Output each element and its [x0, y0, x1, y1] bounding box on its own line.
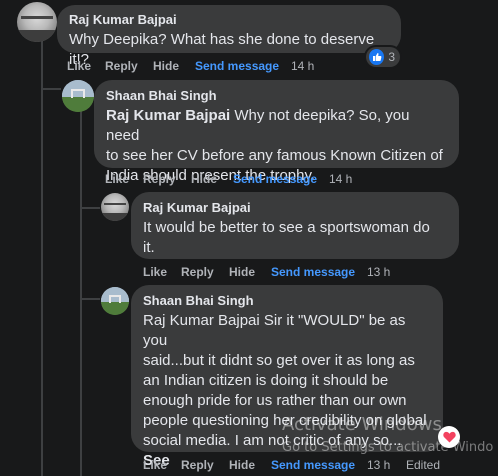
thread-connector — [80, 207, 100, 209]
mention-link[interactable]: Raj Kumar Bajpai — [106, 107, 230, 124]
timestamp[interactable]: 14 h — [329, 171, 352, 187]
comment-author[interactable]: Raj Kumar Bajpai — [143, 200, 447, 216]
reply-button[interactable]: Reply — [181, 457, 214, 473]
comment-actions: Like Reply Hide Send message 13 h Edited — [143, 457, 443, 473]
timestamp[interactable]: 13 h — [367, 264, 390, 280]
comment-author[interactable]: Raj Kumar Bajpai — [69, 12, 389, 28]
send-message-button[interactable]: Send message — [195, 58, 279, 74]
send-message-button[interactable]: Send message — [271, 457, 355, 473]
mention-link[interactable]: Raj Kumar Bajpai — [143, 312, 260, 329]
send-message-button[interactable]: Send message — [271, 264, 355, 280]
timestamp[interactable]: 14 h — [291, 58, 314, 74]
hide-button[interactable]: Hide — [229, 264, 255, 280]
reply-button[interactable]: Reply — [105, 58, 138, 74]
reply-button[interactable]: Reply — [143, 171, 176, 187]
thread-connector — [41, 88, 61, 90]
like-button[interactable]: Like — [67, 58, 91, 74]
hide-button[interactable]: Hide — [229, 457, 255, 473]
activation-watermark-title: Activate Windows — [282, 414, 442, 435]
avatar[interactable] — [62, 80, 94, 112]
like-button[interactable]: Like — [105, 171, 129, 187]
like-button[interactable]: Like — [143, 264, 167, 280]
comment-bubble: Raj Kumar Bajpai It would be better to s… — [131, 192, 459, 259]
like-button[interactable]: Like — [143, 457, 167, 473]
comment-bubble: Raj Kumar Bajpai Why Deepika? What has s… — [57, 5, 401, 68]
comment-author[interactable]: Shaan Bhai Singh — [143, 293, 431, 309]
thread-connector — [41, 40, 43, 476]
comment-text: It would be better to see a sportswoman … — [143, 219, 430, 256]
avatar[interactable] — [17, 2, 57, 42]
activation-watermark-subtitle: Go to Settings to activate Windo — [282, 440, 494, 455]
reply-button[interactable]: Reply — [181, 264, 214, 280]
comment-actions: Like Reply Hide Send message 13 h — [143, 264, 443, 280]
comment-bubble: Shaan Bhai Singh Raj Kumar Bajpai Why no… — [94, 80, 459, 184]
thread-connector — [80, 298, 100, 300]
timestamp[interactable]: 13 h — [367, 457, 390, 473]
reaction-summary[interactable]: 3 — [366, 47, 400, 67]
avatar[interactable] — [101, 193, 129, 221]
comment-actions: Like Reply Hide Send message 14 h — [105, 171, 405, 187]
like-icon — [369, 49, 385, 65]
comment-actions: Like Reply Hide Send message 14 h — [67, 58, 367, 74]
send-message-button[interactable]: Send message — [233, 171, 317, 187]
hide-button[interactable]: Hide — [153, 58, 179, 74]
reaction-count: 3 — [388, 50, 395, 64]
comment-author[interactable]: Shaan Bhai Singh — [106, 88, 447, 104]
comment-thread: Raj Kumar Bajpai Why Deepika? What has s… — [0, 0, 498, 476]
avatar[interactable] — [101, 287, 129, 315]
hide-button[interactable]: Hide — [191, 171, 217, 187]
edited-label[interactable]: Edited — [406, 457, 440, 473]
thread-connector — [80, 110, 82, 476]
